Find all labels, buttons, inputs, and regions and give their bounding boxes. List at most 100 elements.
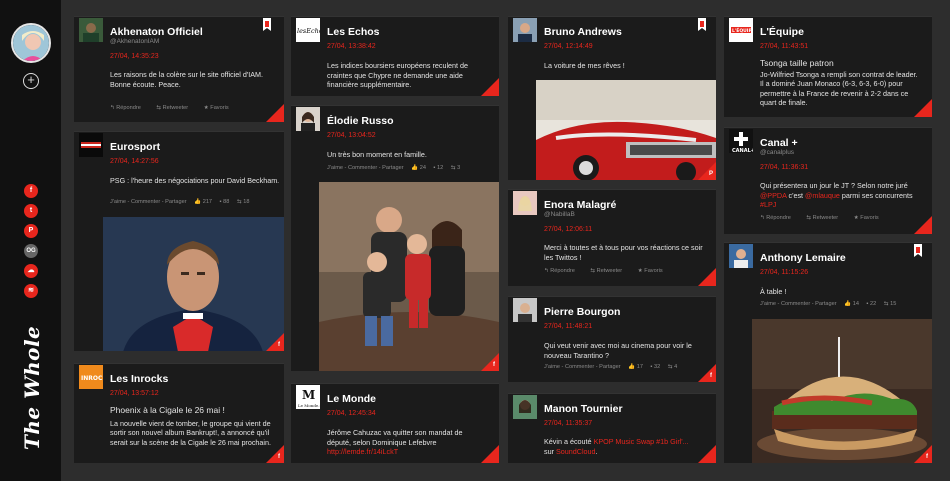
post-description: La nouvelle vient de tomber, le groupe q… [110,418,272,447]
tweet-actions: ↰ Répondre ⇆ Retweeter ★ Favoris [544,268,677,274]
avatar: lesEchos [296,18,320,42]
favorite-button[interactable]: ★ Favoris [204,105,229,111]
mention-link[interactable]: @PPDA [760,191,786,200]
facebook-glyph-icon: f [278,454,280,460]
soundcloud-icon[interactable]: ☁ [24,264,38,278]
favorite-button[interactable]: ★ Favoris [638,268,663,274]
author-name[interactable]: Élodie Russo [327,115,394,127]
facebook-actions: J'aime - Commenter - Partager 👍 24 ▪ 12 … [327,165,466,171]
post-card-pierre-bourgon[interactable]: Pierre Bourgon 27/04, 11:48:21 Qui veut … [508,296,716,382]
fb-actions-label[interactable]: J'aime - Commenter - Partager [110,199,187,205]
author-name[interactable]: Le Monde [327,393,376,405]
bookmark-icon[interactable] [263,18,271,31]
author-name[interactable]: Les Echos [327,26,380,38]
post-card-elodie-russo[interactable]: Élodie Russo 27/04, 13:04:52 Un très bon… [291,105,499,371]
comments-count: ▪ 32 [650,364,661,370]
timestamp: 27/04, 12:45:34 [327,410,376,417]
avatar [729,244,753,268]
post-card-inrocks[interactable]: INROCKS Les Inrocks 27/04, 13:57:12 Phoe… [74,363,284,463]
retweet-button[interactable]: ⇆ Retweeter [806,215,838,221]
twitter-icon[interactable]: t [24,204,38,218]
author-handle[interactable]: @canalplus [760,149,794,156]
author-name[interactable]: Enora Malagré [544,199,616,211]
post-card-lequipe[interactable]: L'ÉQUIPE L'Équipe 27/04, 11:43:51 Tsonga… [724,16,932,117]
hashtag-link[interactable]: #LPJ [760,200,776,209]
timestamp: 27/04, 11:15:26 [760,269,809,276]
user-avatar[interactable] [11,23,51,63]
post-image[interactable] [536,80,716,180]
author-name[interactable]: Anthony Lemaire [760,252,846,264]
timestamp: 27/04, 13:38:42 [327,43,376,50]
avatar [79,18,103,42]
retweet-button[interactable]: ⇆ Retweeter [156,105,188,111]
tweet-actions: ↰ Répondre ⇆ Retweeter ★ Favoris [760,215,893,221]
post-text: À table ! [760,287,787,296]
author-name[interactable]: Eurosport [110,141,160,153]
fb-actions-label[interactable]: J'aime - Commenter - Partager [544,364,621,370]
author-name[interactable]: Manon Tournier [544,403,623,415]
post-image[interactable] [752,319,932,463]
favorite-button[interactable]: ★ Favoris [854,215,879,221]
retweet-button[interactable]: ⇆ Retweeter [590,268,622,274]
post-image[interactable] [319,182,499,371]
author-name[interactable]: Pierre Bourgon [544,306,620,318]
avatar [296,107,320,131]
post-card-les-echos[interactable]: lesEchos Les Echos 27/04, 13:38:42 Les i… [291,16,499,96]
comments-count: ▪ 12 [433,165,444,171]
author-name[interactable]: L'Équipe [760,26,804,38]
post-card-canal-plus[interactable]: CANAL+ Canal + @canalplus 27/04, 11:36:3… [724,127,932,234]
author-handle[interactable]: @NabillaB [544,211,575,218]
likes-count: 👍 217 [194,199,213,205]
post-text: Phoenix à la Cigale le 26 mai ! La nouve… [110,405,276,447]
fb-actions-label[interactable]: J'aime - Commenter - Partager [327,165,404,171]
author-name[interactable]: Les Inrocks [110,373,168,385]
reply-button[interactable]: ↰ Répondre [544,268,575,274]
reply-button[interactable]: ↰ Répondre [110,105,141,111]
soundcloud-source-icon [698,445,716,463]
post-card-manon-tournier[interactable]: Manon Tournier 27/04, 11:35:37 Kévin a é… [508,393,716,463]
timestamp: 27/04, 11:35:37 [544,420,593,427]
svg-text:CANAL+: CANAL+ [732,148,753,153]
timestamp: 27/04, 11:36:31 [760,164,809,171]
post-card-le-monde[interactable]: MLe Monde.fr Le Monde 27/04, 12:45:34 Jé… [291,383,499,463]
rss-source-icon [914,99,932,117]
tweet-actions: ↰ Répondre ⇆ Retweeter ★ Favoris [110,105,243,111]
rss-icon[interactable]: ≋ [24,284,38,298]
post-card-akhenaton[interactable]: Akhenaton Officiel @AkhenatonIAM 27/04, … [74,16,284,122]
facebook-glyph-icon: f [278,342,280,348]
post-image[interactable] [103,217,284,351]
post-text: Jérôme Cahuzac va quitter son mandat de … [327,428,477,457]
post-card-bruno-andrews[interactable]: Bruno Andrews 27/04, 12:14:49 La voiture… [508,16,716,180]
facebook-glyph-icon: f [926,454,928,460]
post-text: Merci à toutes et à tous pour vos réacti… [544,243,703,262]
bookmark-icon[interactable] [914,244,922,257]
rss-source-icon [481,78,499,96]
author-name[interactable]: Akhenaton Officiel [110,26,203,38]
timestamp: 27/04, 14:35:23 [110,53,159,60]
avatar: L'ÉQUIPE [729,18,753,42]
facebook-glyph-icon: f [493,362,495,368]
author-name[interactable]: Bruno Andrews [544,26,622,38]
fb-actions-label[interactable]: J'aime - Commenter - Partager [760,301,837,307]
post-card-enora-malagre[interactable]: Enora Malagré @NabillaB 27/04, 12:06:11 … [508,189,716,286]
author-handle[interactable]: @AkhenatonIAM [110,38,159,45]
mention-link[interactable]: @mlauque [805,191,840,200]
post-link[interactable]: http://lemde.fr/14iLckT [327,447,398,456]
author-name[interactable]: Canal + [760,137,798,149]
facebook-icon[interactable]: f [24,184,38,198]
reply-button[interactable]: ↰ Répondre [760,215,791,221]
platform-link[interactable]: SoundCloud [556,447,596,456]
pinterest-glyph-icon: P [708,171,713,177]
likes-count: 👍 17 [628,364,643,370]
opengraph-icon[interactable]: OG [24,244,38,258]
pinterest-icon[interactable]: P [24,224,38,238]
bookmark-icon[interactable] [698,18,706,31]
avatar: MLe Monde.fr [296,385,320,409]
post-text-part: sur [544,446,556,456]
facebook-glyph-icon: f [710,373,712,379]
post-card-eurosport[interactable]: Eurosport 27/04, 14:27:56 PSG : l'heure … [74,131,284,351]
add-icon[interactable]: + [23,73,39,89]
post-card-anthony-lemaire[interactable]: Anthony Lemaire 27/04, 11:15:26 À table … [724,242,932,463]
track-link[interactable]: KPOP Music Swap #1b Girl'... [594,437,689,446]
post-text-part: Qui présentera un jour le JT ? Selon not… [760,181,908,190]
